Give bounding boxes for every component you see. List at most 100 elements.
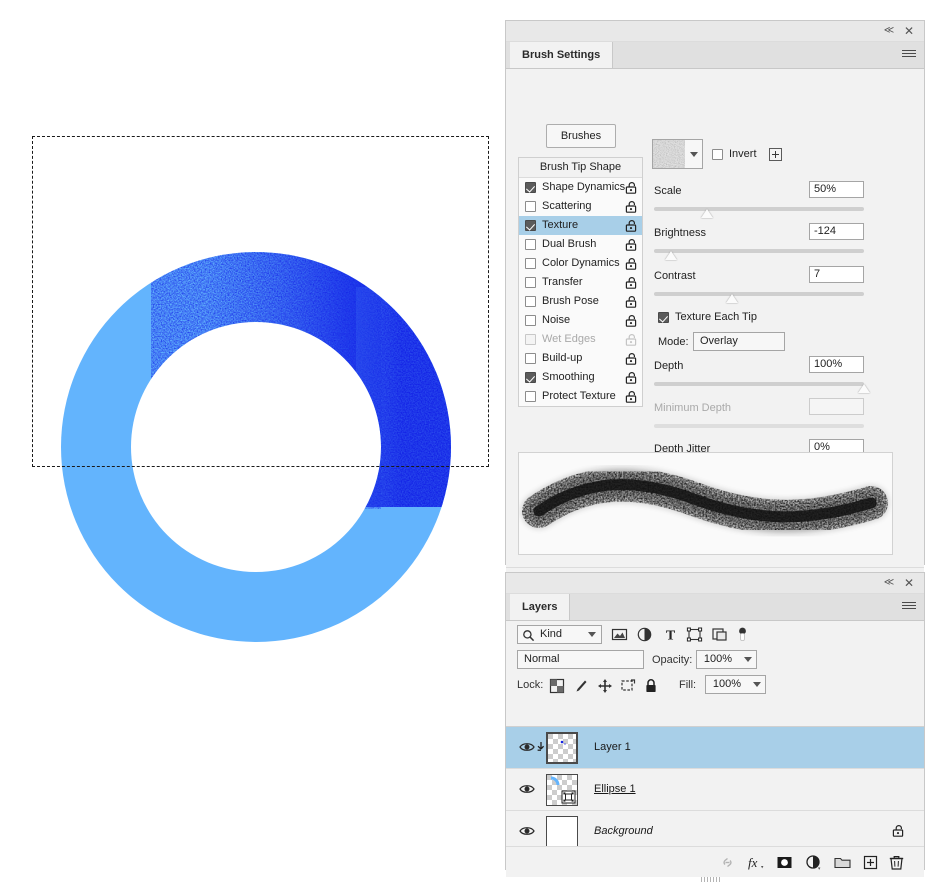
brush-option-shape-dynamics[interactable]: Shape Dynamics: [519, 178, 642, 197]
brush-option-brush-pose[interactable]: Brush Pose: [519, 292, 642, 311]
scale-value[interactable]: 50%: [809, 181, 864, 198]
delete-layer-icon[interactable]: [887, 853, 906, 872]
contrast-slider-thumb[interactable]: [726, 294, 738, 303]
tab-brush-settings[interactable]: Brush Settings: [510, 42, 613, 68]
invert-checkbox[interactable]: [712, 149, 723, 160]
contrast-value[interactable]: 7: [809, 266, 864, 283]
brush-option-checkbox[interactable]: [525, 391, 536, 402]
eye-visibility-icon[interactable]: [519, 824, 535, 838]
add-layer-mask-icon[interactable]: [775, 853, 794, 872]
lock-open-icon[interactable]: [625, 181, 637, 194]
lock-open-icon[interactable]: [625, 276, 637, 289]
brush-option-checkbox[interactable]: [525, 277, 536, 288]
new-layer-icon[interactable]: [861, 853, 880, 872]
contrast-slider[interactable]: [654, 292, 864, 296]
brush-option-checkbox[interactable]: [525, 258, 536, 269]
brightness-value[interactable]: -124: [809, 223, 864, 240]
new-adjustment-layer-icon[interactable]: [804, 853, 823, 872]
brush-option-checkbox[interactable]: [525, 239, 536, 250]
lock-open-icon[interactable]: [625, 238, 637, 251]
lock-position-icon[interactable]: [597, 678, 613, 694]
lock-open-icon[interactable]: [625, 390, 637, 403]
selection-marquee[interactable]: [32, 136, 489, 467]
hamburger-menu-icon[interactable]: [902, 50, 916, 60]
lock-open-icon[interactable]: [625, 219, 637, 232]
brush-option-transfer[interactable]: Transfer: [519, 273, 642, 292]
depth-value[interactable]: 100%: [809, 356, 864, 373]
fill-stepper[interactable]: [748, 675, 766, 694]
brush-option-checkbox[interactable]: [525, 315, 536, 326]
brush-option-dual-brush[interactable]: Dual Brush: [519, 235, 642, 254]
brush-option-texture[interactable]: Texture: [519, 216, 642, 235]
brush-option-noise[interactable]: Noise: [519, 311, 642, 330]
layer-thumbnail[interactable]: [546, 816, 578, 848]
pixel-layer-filter-icon[interactable]: [611, 626, 628, 643]
table-row[interactable]: Layer 1: [506, 727, 924, 769]
brush-option-checkbox[interactable]: [525, 296, 536, 307]
fill-value[interactable]: 100%: [705, 675, 749, 694]
brush-option-smoothing[interactable]: Smoothing: [519, 368, 642, 387]
brushes-button[interactable]: Brushes: [546, 124, 616, 148]
lock-open-icon[interactable]: [625, 295, 637, 308]
eye-visibility-icon[interactable]: [519, 740, 535, 754]
brush-option-checkbox[interactable]: [525, 220, 536, 231]
brush-option-checkbox[interactable]: [525, 201, 536, 212]
brush-option-color-dynamics[interactable]: Color Dynamics: [519, 254, 642, 273]
adjustment-layer-filter-icon[interactable]: [636, 626, 653, 643]
layer-name[interactable]: Layer 1: [594, 741, 631, 753]
texture-pattern-swatch[interactable]: [652, 139, 686, 169]
lock-artboard-nesting-icon[interactable]: [620, 678, 636, 694]
brush-tip-shape-header[interactable]: Brush Tip Shape: [519, 158, 642, 178]
lock-open-icon[interactable]: [625, 352, 637, 365]
lock-image-pixels-icon[interactable]: [574, 678, 590, 694]
document-canvas[interactable]: [0, 0, 505, 884]
lock-transparency-icon[interactable]: [549, 678, 565, 694]
lock-open-icon[interactable]: [625, 257, 637, 270]
link-layers-icon[interactable]: [718, 853, 737, 872]
lock-open-icon[interactable]: [625, 314, 637, 327]
texture-each-tip-checkbox[interactable]: [658, 312, 669, 323]
smart-object-filter-icon[interactable]: [711, 626, 728, 643]
tab-layers[interactable]: Layers: [510, 594, 570, 620]
brightness-slider[interactable]: [654, 249, 864, 253]
close-icon[interactable]: ✕: [902, 576, 916, 590]
layer-name[interactable]: Background: [594, 825, 653, 837]
brush-option-scattering[interactable]: Scattering: [519, 197, 642, 216]
hamburger-menu-icon[interactable]: [902, 602, 916, 612]
opacity-value[interactable]: 100%: [696, 650, 740, 669]
brush-option-checkbox[interactable]: [525, 372, 536, 383]
brightness-slider-thumb[interactable]: [665, 251, 677, 260]
type-layer-filter-icon[interactable]: T: [662, 626, 679, 643]
new-group-icon[interactable]: [833, 853, 852, 872]
brush-option-checkbox[interactable]: [525, 182, 536, 193]
brush-option-build-up[interactable]: Build-up: [519, 349, 642, 368]
scale-slider[interactable]: [654, 207, 864, 211]
opacity-stepper[interactable]: [739, 650, 757, 669]
eye-visibility-icon[interactable]: [519, 782, 535, 796]
lock-open-icon[interactable]: [625, 371, 637, 384]
collapse-icon[interactable]: ≪: [882, 577, 896, 589]
layer-thumbnail[interactable]: [546, 774, 578, 806]
brush-option-protect-texture[interactable]: Protect Texture: [519, 387, 642, 406]
kind-filter-dropdown[interactable]: Kind: [517, 625, 602, 644]
close-icon[interactable]: ✕: [902, 24, 916, 38]
blend-mode-dropdown[interactable]: Normal: [517, 650, 644, 669]
layer-name[interactable]: Ellipse 1: [594, 783, 636, 795]
texture-swatch-dropdown[interactable]: [685, 139, 703, 169]
shape-layer-filter-icon[interactable]: [686, 626, 703, 643]
depth-slider[interactable]: [654, 382, 864, 386]
mode-dropdown[interactable]: Overlay: [693, 332, 785, 351]
collapse-icon[interactable]: ≪: [882, 25, 896, 37]
depth-slider-thumb[interactable]: [858, 384, 870, 393]
chevron-down-icon: [588, 632, 596, 637]
scale-slider-thumb[interactable]: [701, 209, 713, 218]
layer-thumbnail[interactable]: [546, 732, 578, 764]
brush-option-checkbox[interactable]: [525, 353, 536, 364]
plus-box-icon[interactable]: [769, 148, 782, 161]
layer-style-fx-icon[interactable]: fx: [746, 853, 765, 872]
lock-all-icon[interactable]: [643, 678, 659, 694]
table-row[interactable]: Ellipse 1: [506, 769, 924, 811]
filter-toggle-icon[interactable]: [734, 626, 751, 643]
panel-resize-grip[interactable]: [701, 873, 729, 878]
lock-open-icon[interactable]: [625, 200, 637, 213]
